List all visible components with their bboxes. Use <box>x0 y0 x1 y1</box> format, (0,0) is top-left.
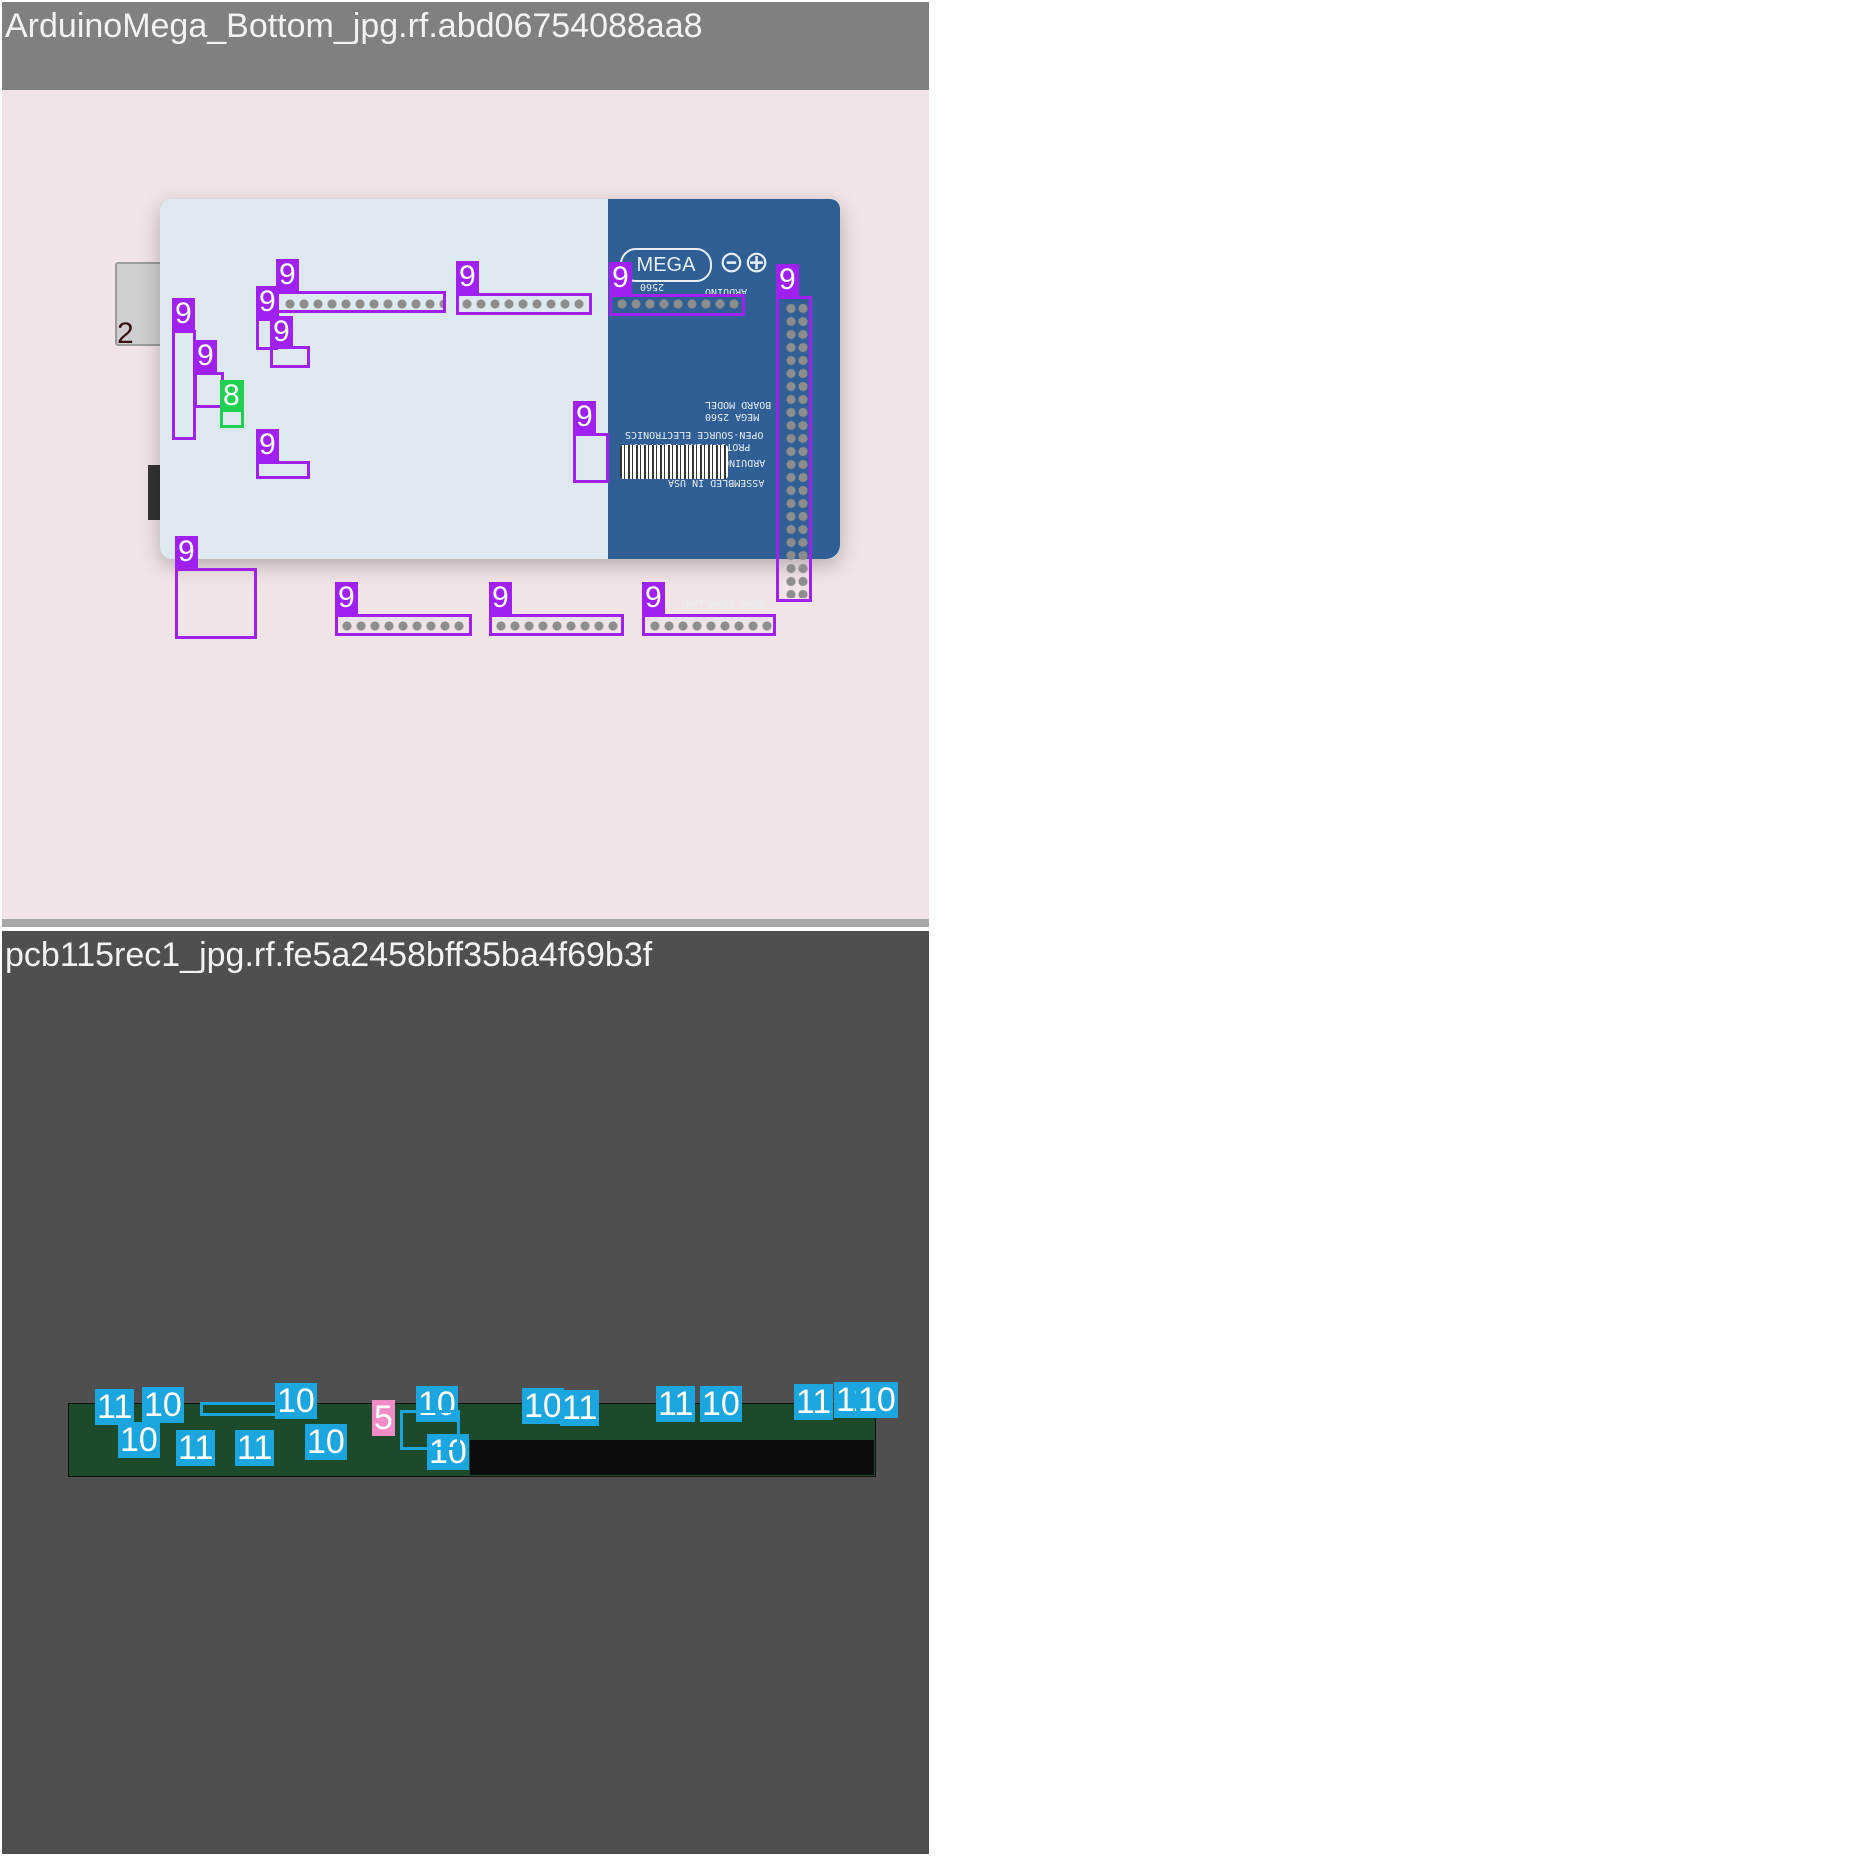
detection-label: 9 <box>175 536 198 568</box>
detection-label: 10 <box>142 1386 184 1424</box>
detection-label: 11 <box>656 1385 696 1423</box>
panel-header: pcb115rec1_jpg.rf.fe5a2458bff35ba4f69b3f <box>2 931 929 1019</box>
detection-box <box>276 291 446 313</box>
arduino-infinity-logo: ⊝⊕ <box>718 246 770 279</box>
detection-label: 10 <box>700 1385 742 1423</box>
detection-box <box>270 346 310 368</box>
detection-box <box>776 296 812 602</box>
detection-label: 9 <box>270 316 293 348</box>
detection-label: 9 <box>276 259 299 291</box>
detection-label: 11 <box>794 1383 834 1421</box>
detection-box <box>456 293 592 315</box>
detection-label: 11 <box>176 1429 216 1467</box>
detection-label: 9 <box>776 264 799 296</box>
detection-label: 8 <box>220 380 243 412</box>
detection-label: 10 <box>522 1387 564 1425</box>
detection-label: 10 <box>305 1423 347 1461</box>
board-line: ROHS COMPLIANT <box>680 597 765 608</box>
detection-box <box>335 614 472 636</box>
detection-box <box>489 614 624 636</box>
detection-label: 9 <box>609 262 632 294</box>
detection-label: 9 <box>256 429 279 461</box>
panel-title: pcb115rec1_jpg.rf.fe5a2458bff35ba4f69b3f <box>5 936 653 974</box>
detection-box <box>256 461 310 479</box>
detection-label: 10 <box>856 1381 898 1419</box>
detection-label: 9 <box>194 340 217 372</box>
detection-box <box>172 330 196 440</box>
detection-label: 9 <box>256 286 279 318</box>
detection-label: 9 <box>489 582 512 614</box>
detection-label: 9 <box>456 261 479 293</box>
panel-divider <box>2 919 929 927</box>
board-line: MEGA 2560 <box>705 411 760 422</box>
board-logo-sub: 2560 <box>640 281 665 292</box>
detection-label: 10 <box>118 1421 160 1459</box>
detection-box <box>200 1402 280 1416</box>
detection-box <box>400 1410 460 1450</box>
detection-box <box>175 568 257 639</box>
panel-title: ArduinoMega_Bottom_jpg.rf.abd06754088aa8 <box>5 7 703 45</box>
detection-label: 5 <box>372 1399 395 1437</box>
detection-label: 9 <box>573 401 596 433</box>
detection-label: 9 <box>335 582 358 614</box>
barcode <box>620 445 728 479</box>
detection-label: 11 <box>235 1429 275 1467</box>
detection-label: 10 <box>275 1382 317 1420</box>
board-line: OPEN-SOURCE ELECTRONICS <box>625 429 764 440</box>
detection-box <box>609 294 745 316</box>
detection-box <box>642 614 776 636</box>
detection-label: 11 <box>95 1388 135 1426</box>
detection-label: 9 <box>642 582 665 614</box>
board-line: BOARD MODEL <box>705 399 772 410</box>
detection-label: 9 <box>172 298 195 330</box>
pcb-strip-shadow <box>470 1440 874 1475</box>
detection-box <box>573 433 609 483</box>
panel-header: ArduinoMega_Bottom_jpg.rf.abd06754088aa8 <box>2 2 929 90</box>
detection-label: 2 <box>117 317 134 350</box>
mega-logo: MEGA <box>620 248 712 282</box>
detection-label: 11 <box>560 1389 600 1427</box>
